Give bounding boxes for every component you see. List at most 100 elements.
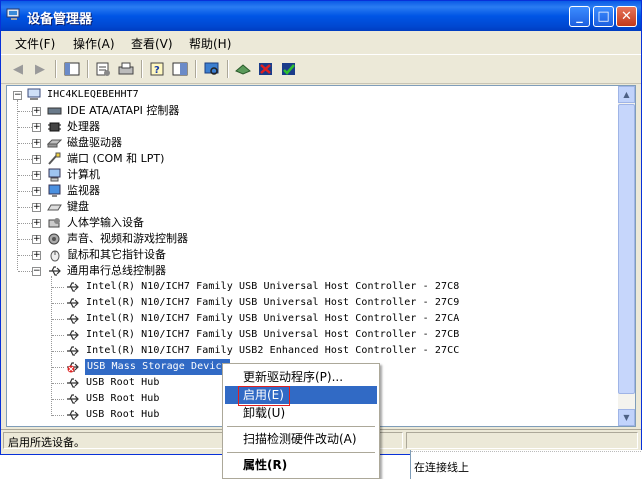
minimize-button[interactable]: _ <box>569 6 590 27</box>
tree-category-keyboard[interactable]: + 键盘 <box>7 199 407 215</box>
menu-file[interactable]: 文件(F) <box>15 35 55 52</box>
toolbar-separator <box>227 60 229 78</box>
tree-device-usb-27c9[interactable]: Intel(R) N10/ICH7 Family USB Universal H… <box>7 295 459 311</box>
print-icon[interactable] <box>117 60 135 78</box>
device-label: Intel(R) N10/ICH7 Family USB Universal H… <box>86 329 460 340</box>
maximize-button[interactable]: □ <box>593 6 614 27</box>
disabled-usb-device-icon <box>67 362 79 373</box>
tree-connector <box>18 127 32 128</box>
category-label: 声音、视频和游戏控制器 <box>67 232 188 245</box>
tree-device-usb-27cc[interactable]: Intel(R) N10/ICH7 Family USB2 Enhanced H… <box>7 343 459 359</box>
tree-device-usb-mass-storage[interactable]: USB Mass Storage Device <box>7 359 237 375</box>
expand-toggle[interactable]: + <box>32 235 41 244</box>
keyboard-icon <box>47 204 62 211</box>
usb-device-icon <box>67 346 79 356</box>
computer-root-icon <box>27 88 41 100</box>
usb-device-icon <box>67 282 79 292</box>
expand-toggle[interactable]: + <box>32 155 41 164</box>
status-cell <box>406 432 638 449</box>
enable-icon[interactable] <box>280 60 298 78</box>
tree-connector <box>52 351 64 352</box>
scan-hardware-icon[interactable] <box>203 60 221 78</box>
expand-toggle[interactable]: + <box>32 187 41 196</box>
tree-device-usb-root-hub-1[interactable]: USB Root Hub <box>7 375 207 391</box>
tree-category-usb[interactable]: − 通用串行总线控制器 <box>7 263 407 279</box>
tree-category-computer[interactable]: + 计算机 <box>7 167 407 183</box>
status-text: 启用所选设备。 <box>8 436 85 449</box>
tree-category-port[interactable]: + 端口 (COM 和 LPT) <box>7 151 407 167</box>
disk-drive-icon <box>47 139 62 148</box>
tree-connector <box>18 175 32 176</box>
device-label: Intel(R) N10/ICH7 Family USB Universal H… <box>86 313 460 324</box>
tree-category-hid[interactable]: + 人体学输入设备 <box>7 215 407 231</box>
tree-category-processor[interactable]: + 处理器 <box>7 119 407 135</box>
tree-root[interactable]: − IHC4KLEQEBEHHT7 <box>7 87 307 103</box>
expand-toggle[interactable]: + <box>32 123 41 132</box>
close-button[interactable]: ✕ <box>616 6 637 27</box>
tree-device-usb-root-hub-3[interactable]: USB Root Hub <box>7 407 207 423</box>
tree-device-usb-root-hub-2[interactable]: USB Root Hub <box>7 391 207 407</box>
hid-icon <box>48 218 60 228</box>
help-icon[interactable]: ? <box>148 60 166 78</box>
menu-item-update-driver[interactable]: 更新驱动程序(P)... <box>225 368 377 386</box>
tree-connector <box>52 303 64 304</box>
menu-separator <box>227 426 375 427</box>
device-label: USB Root Hub <box>86 393 160 404</box>
category-label: 键盘 <box>67 200 89 213</box>
tree-connector <box>52 415 64 416</box>
scroll-up-icon[interactable]: ▲ <box>618 86 635 103</box>
expand-toggle[interactable]: + <box>32 219 41 228</box>
tree-connector <box>18 255 32 256</box>
console-tree-icon[interactable] <box>171 60 189 78</box>
expand-toggle[interactable]: + <box>32 107 41 116</box>
category-label: 处理器 <box>67 120 100 133</box>
usb-device-icon <box>67 410 79 420</box>
vertical-scrollbar[interactable]: ▲ ▼ <box>618 86 635 426</box>
device-manager-icon <box>6 8 20 20</box>
tree-connector <box>52 383 64 384</box>
toolbar-separator <box>87 60 89 78</box>
scroll-thumb[interactable] <box>618 104 635 394</box>
tree-category-disk[interactable]: + 磁盘驱动器 <box>7 135 407 151</box>
expand-toggle[interactable]: + <box>32 171 41 180</box>
scroll-down-icon[interactable]: ▼ <box>618 409 635 426</box>
sound-icon <box>48 233 60 245</box>
toolbar-separator <box>141 60 143 78</box>
expand-toggle[interactable]: + <box>32 251 41 260</box>
tree-device-usb-27c8[interactable]: Intel(R) N10/ICH7 Family USB Universal H… <box>7 279 459 295</box>
device-label: USB Root Hub <box>86 377 160 388</box>
category-label: 鼠标和其它指针设备 <box>67 248 166 261</box>
highlight-box <box>238 386 290 406</box>
collapse-toggle[interactable]: − <box>13 91 22 100</box>
forward-arrow-icon[interactable]: ▶ <box>31 60 49 78</box>
menu-view[interactable]: 查看(V) <box>131 35 173 52</box>
tree-device-usb-27cb[interactable]: Intel(R) N10/ICH7 Family USB Universal H… <box>7 327 459 343</box>
tree-category-monitor[interactable]: + 监视器 <box>7 183 407 199</box>
toolbar-separator <box>195 60 197 78</box>
category-label: 通用串行总线控制器 <box>67 264 166 277</box>
expand-toggle[interactable]: + <box>32 203 41 212</box>
expand-toggle[interactable]: + <box>32 139 41 148</box>
tree-category-ide[interactable]: + IDE ATA/ATAPI 控制器 <box>7 103 407 119</box>
category-label: 磁盘驱动器 <box>67 136 122 149</box>
category-label: 计算机 <box>67 168 100 181</box>
tree-category-sound[interactable]: + 声音、视频和游戏控制器 <box>7 231 407 247</box>
back-arrow-icon[interactable]: ◀ <box>9 60 27 78</box>
update-driver-icon[interactable] <box>234 60 252 78</box>
tree-device-usb-27ca[interactable]: Intel(R) N10/ICH7 Family USB Universal H… <box>7 311 459 327</box>
tree-connector <box>52 335 64 336</box>
menu-item-uninstall[interactable]: 卸载(U) <box>225 404 377 422</box>
uninstall-icon[interactable] <box>257 60 275 78</box>
processor-icon <box>48 122 61 132</box>
menu-separator <box>227 452 375 453</box>
title-bar[interactable]: 设备管理器 _ □ ✕ <box>1 1 641 31</box>
computer-icon <box>48 168 61 182</box>
menu-action[interactable]: 操作(A) <box>73 35 115 52</box>
show-hide-tree-icon[interactable] <box>63 60 81 78</box>
menu-help[interactable]: 帮助(H) <box>189 35 231 52</box>
collapse-toggle[interactable]: − <box>32 267 41 276</box>
menu-item-scan-hardware[interactable]: 扫描检测硬件改动(A) <box>225 430 377 448</box>
tree-category-mouse[interactable]: + 鼠标和其它指针设备 <box>7 247 407 263</box>
menu-item-properties[interactable]: 属性(R) <box>225 456 377 474</box>
properties-icon[interactable] <box>94 60 112 78</box>
